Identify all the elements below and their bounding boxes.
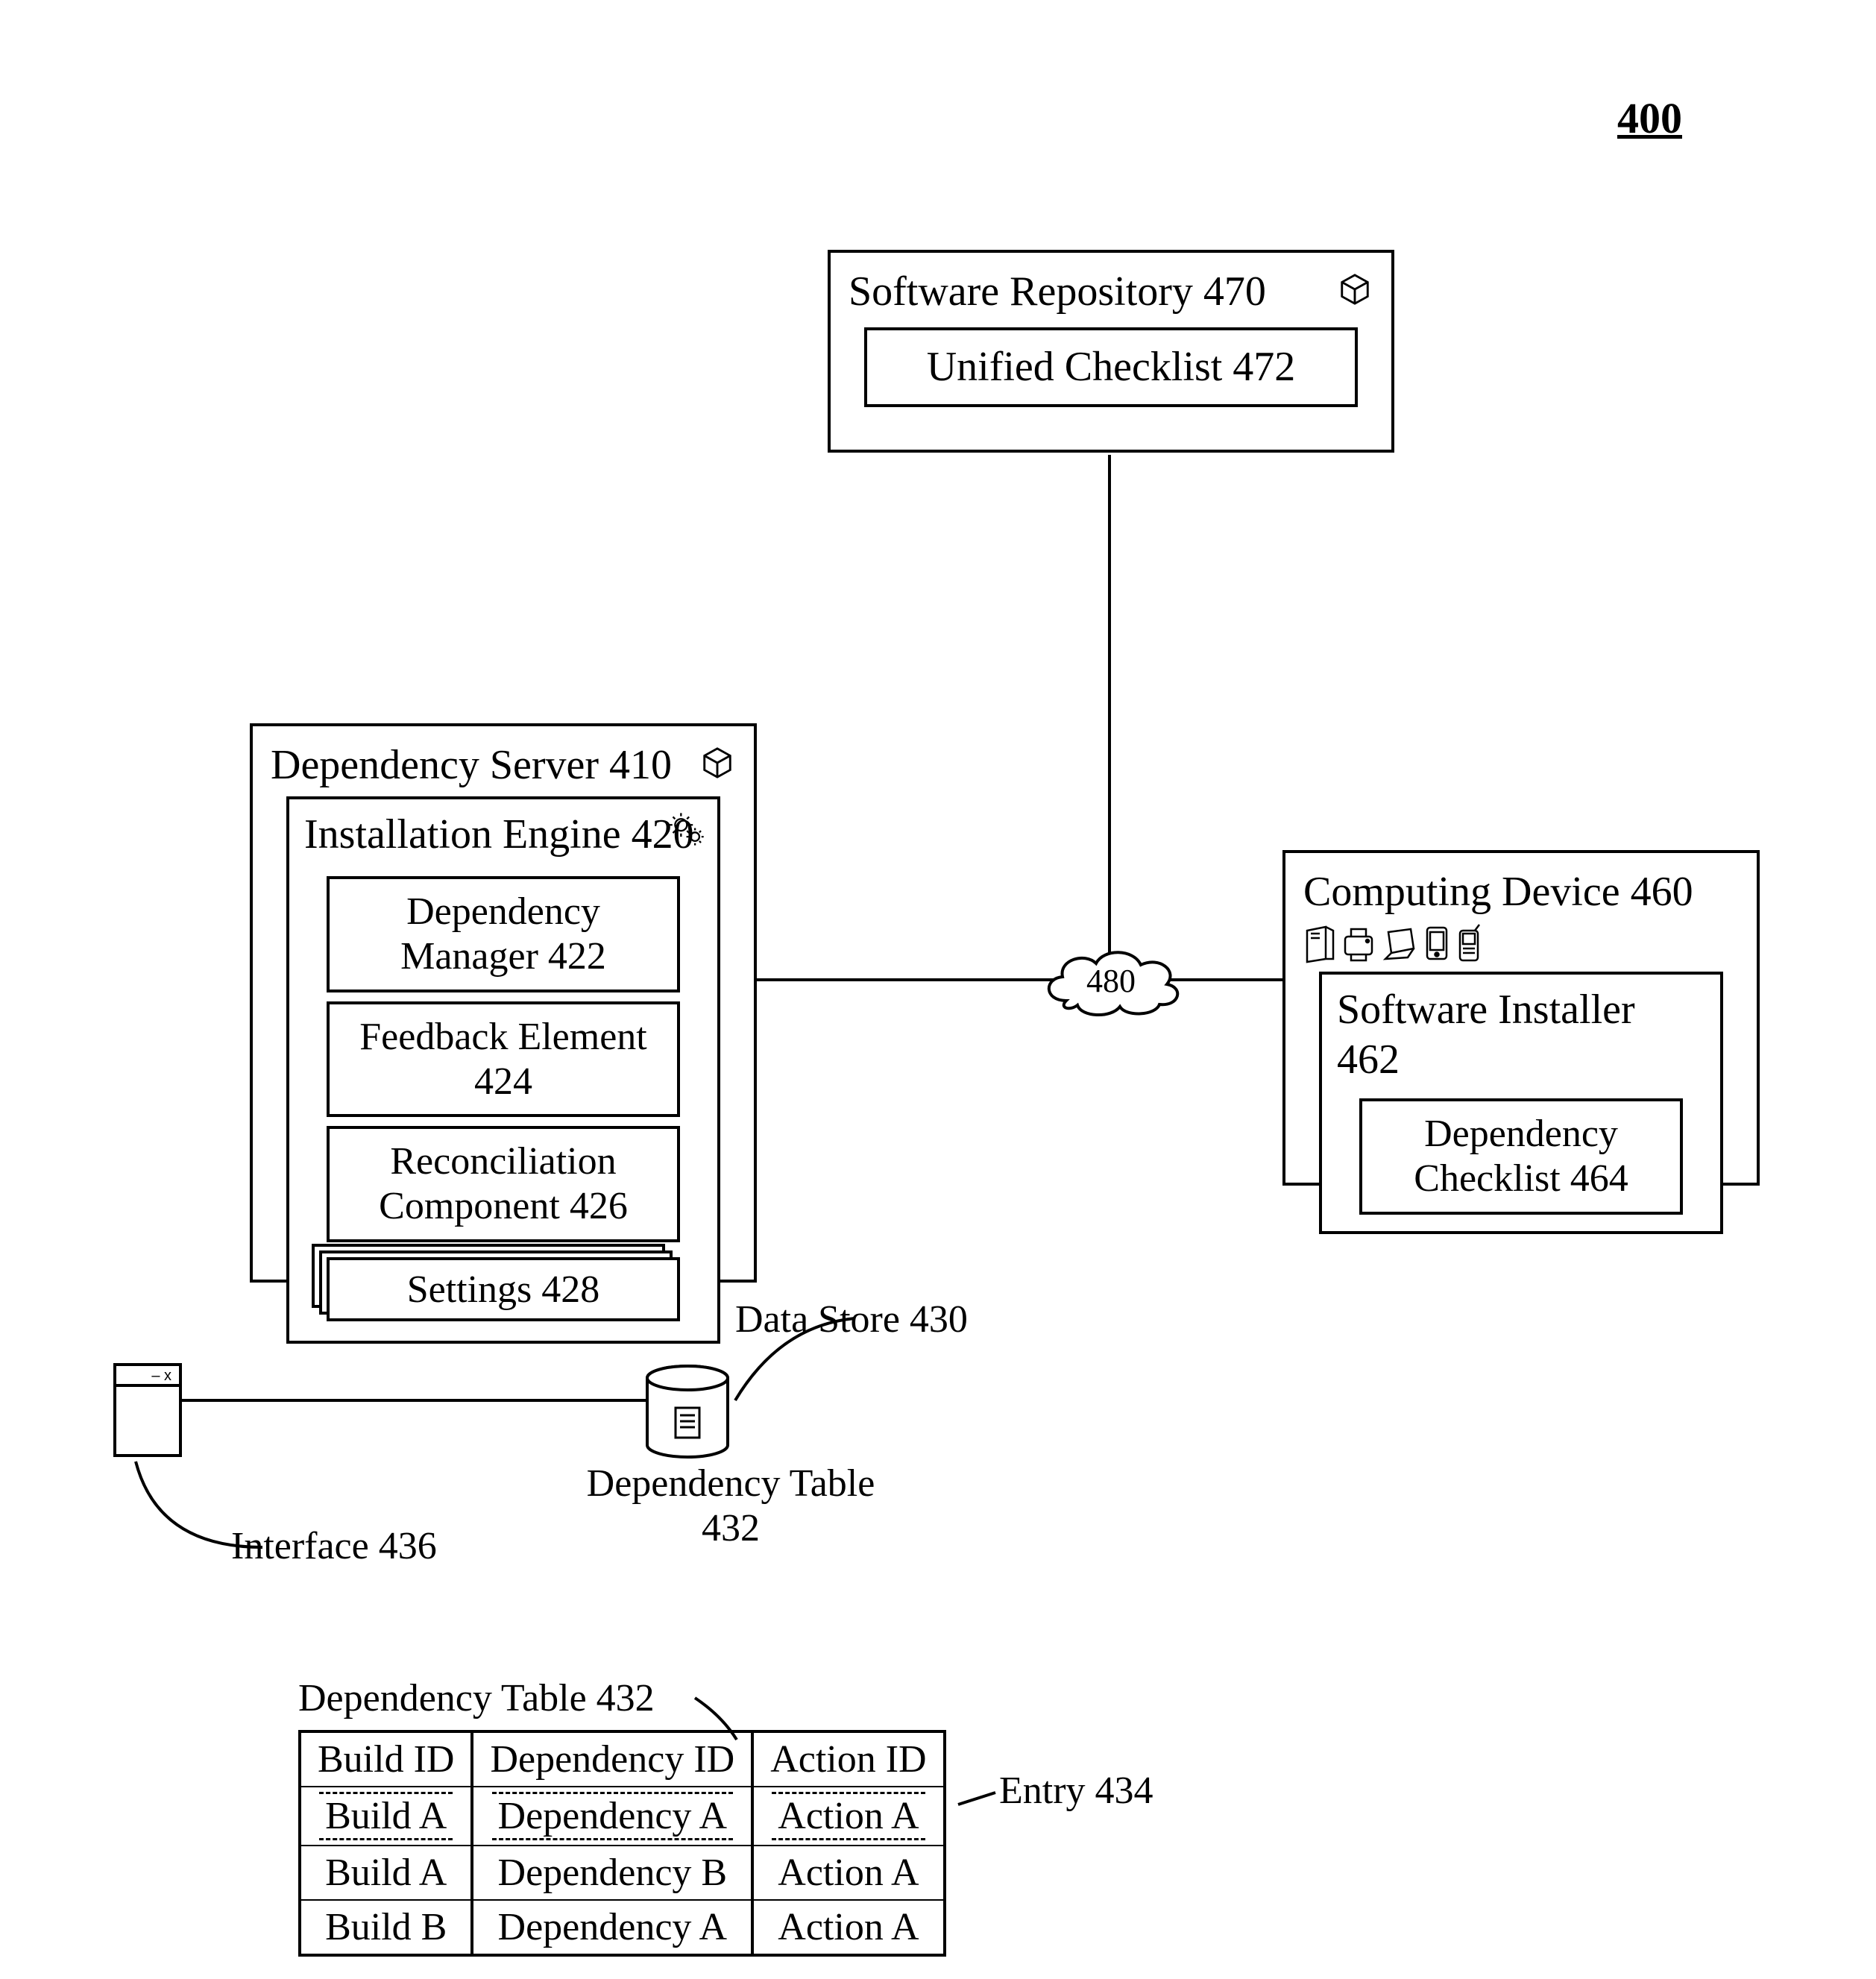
cell: Action A (772, 1792, 925, 1840)
interface-window-icon: – x (112, 1362, 183, 1462)
cell: Build A (319, 1792, 453, 1840)
device-title: Computing Device 460 (1303, 869, 1693, 915)
package-icon (1338, 272, 1372, 306)
dependency-table-label: Dependency Table 432 (574, 1462, 887, 1551)
computing-device-node: Computing Device 460 (1282, 850, 1760, 1186)
package-icon (700, 746, 734, 780)
entry-label: Entry 434 (999, 1769, 1153, 1813)
device-icons-row (1285, 923, 1757, 972)
dependency-table: Build ID Dependency ID Action ID Build A… (298, 1730, 946, 1957)
feedback-element-box: Feedback Element 424 (327, 1001, 680, 1118)
cell: Dependency A (472, 1900, 752, 1955)
settings-stack: Settings 428 (327, 1257, 680, 1321)
cell: Dependency A (492, 1792, 734, 1840)
gears-icon (668, 810, 707, 849)
reconciliation-component-box: Reconciliation Component 426 (327, 1126, 680, 1242)
table-header-row: Build ID Dependency ID Action ID (300, 1731, 945, 1787)
interface-label: Interface 436 (231, 1524, 437, 1568)
datastore-icon (643, 1365, 732, 1465)
unified-checklist-box: Unified Checklist 472 (864, 327, 1358, 407)
dep-server-title: Dependency Server 410 (271, 742, 672, 788)
network-cloud: 480 (1036, 941, 1186, 1027)
software-repository-node: Software Repository 470 Unified Checklis… (828, 250, 1394, 453)
dependency-manager-box: Dependency Manager 422 (327, 876, 680, 992)
cell: Dependency B (472, 1846, 752, 1900)
dependency-table-caption: Dependency Table 432 (298, 1676, 655, 1720)
dependency-checklist-box: Dependency Checklist 464 (1359, 1098, 1683, 1215)
cell: Build A (300, 1846, 472, 1900)
col-build-id: Build ID (300, 1731, 472, 1787)
cell: Action A (752, 1846, 944, 1900)
dependency-server-node: Dependency Server 410 Installation Engin… (250, 723, 757, 1283)
table-row: Build A Dependency B Action A (300, 1846, 945, 1900)
datastore-label: Data Store 430 (735, 1297, 968, 1341)
col-dependency-id: Dependency ID (472, 1731, 752, 1787)
cell: Build B (300, 1900, 472, 1955)
repo-title: Software Repository 470 (849, 268, 1266, 315)
svg-text:– x: – x (151, 1368, 171, 1384)
cell: Action A (752, 1900, 944, 1955)
installation-engine-box: Installation Engine 420 Dependency Manag… (286, 796, 720, 1344)
software-installer-box: Software Installer 462 Dependency Checkl… (1319, 972, 1723, 1234)
settings-box: Settings 428 (327, 1257, 680, 1321)
network-label: 480 (1086, 963, 1136, 999)
engine-title: Installation Engine 420 (304, 811, 694, 858)
col-action-id: Action ID (752, 1731, 944, 1787)
installer-title: Software Installer 462 (1337, 987, 1635, 1083)
table-row-entry: Build A Dependency A Action A (300, 1787, 945, 1846)
table-row: Build B Dependency A Action A (300, 1900, 945, 1955)
